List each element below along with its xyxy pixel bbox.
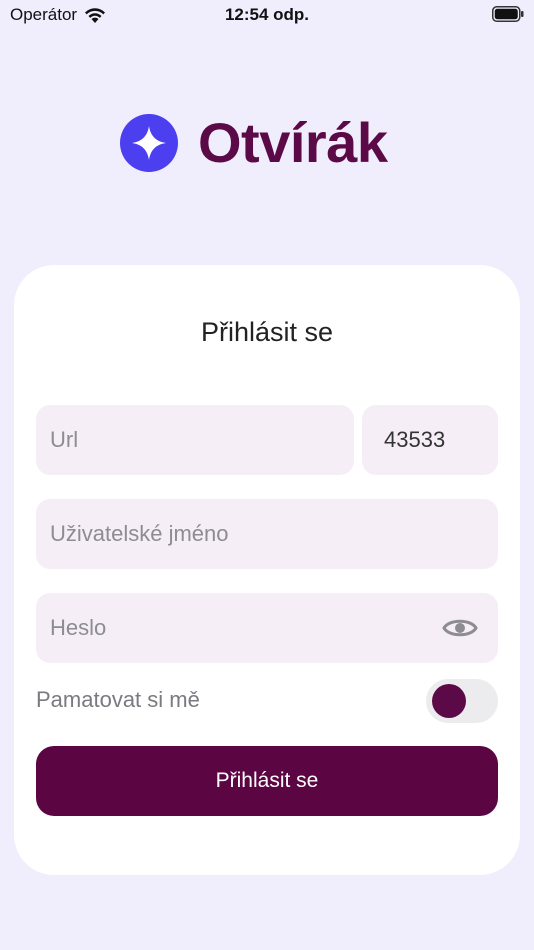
sparkle-logo-icon (120, 114, 178, 172)
port-input[interactable] (362, 427, 498, 453)
port-field[interactable] (362, 405, 498, 475)
password-field[interactable] (36, 593, 498, 663)
username-input[interactable] (36, 521, 498, 547)
url-field[interactable] (36, 405, 354, 475)
app-logo: Otvírák (120, 112, 388, 174)
remember-me-row: Pamatovat si mě (36, 677, 498, 723)
url-input[interactable] (36, 427, 354, 453)
username-field[interactable] (36, 499, 498, 569)
eye-icon[interactable] (442, 615, 478, 641)
login-button[interactable]: Přihlásit se (36, 746, 498, 816)
login-title: Přihlásit se (200, 317, 334, 347)
remember-me-toggle[interactable] (426, 679, 498, 723)
remember-me-label: Pamatovat si mě (36, 687, 200, 712)
status-bar: Operátor 12:54 odp. (0, 0, 534, 32)
password-input[interactable] (36, 615, 444, 641)
status-time: 12:54 odp. (224, 5, 310, 24)
login-card: Přihlásit se Pamatovat si mě Přihlásit s… (14, 265, 520, 875)
toggle-knob (432, 684, 466, 718)
battery-icon (492, 6, 524, 22)
app-name: Otvírák (198, 111, 388, 174)
